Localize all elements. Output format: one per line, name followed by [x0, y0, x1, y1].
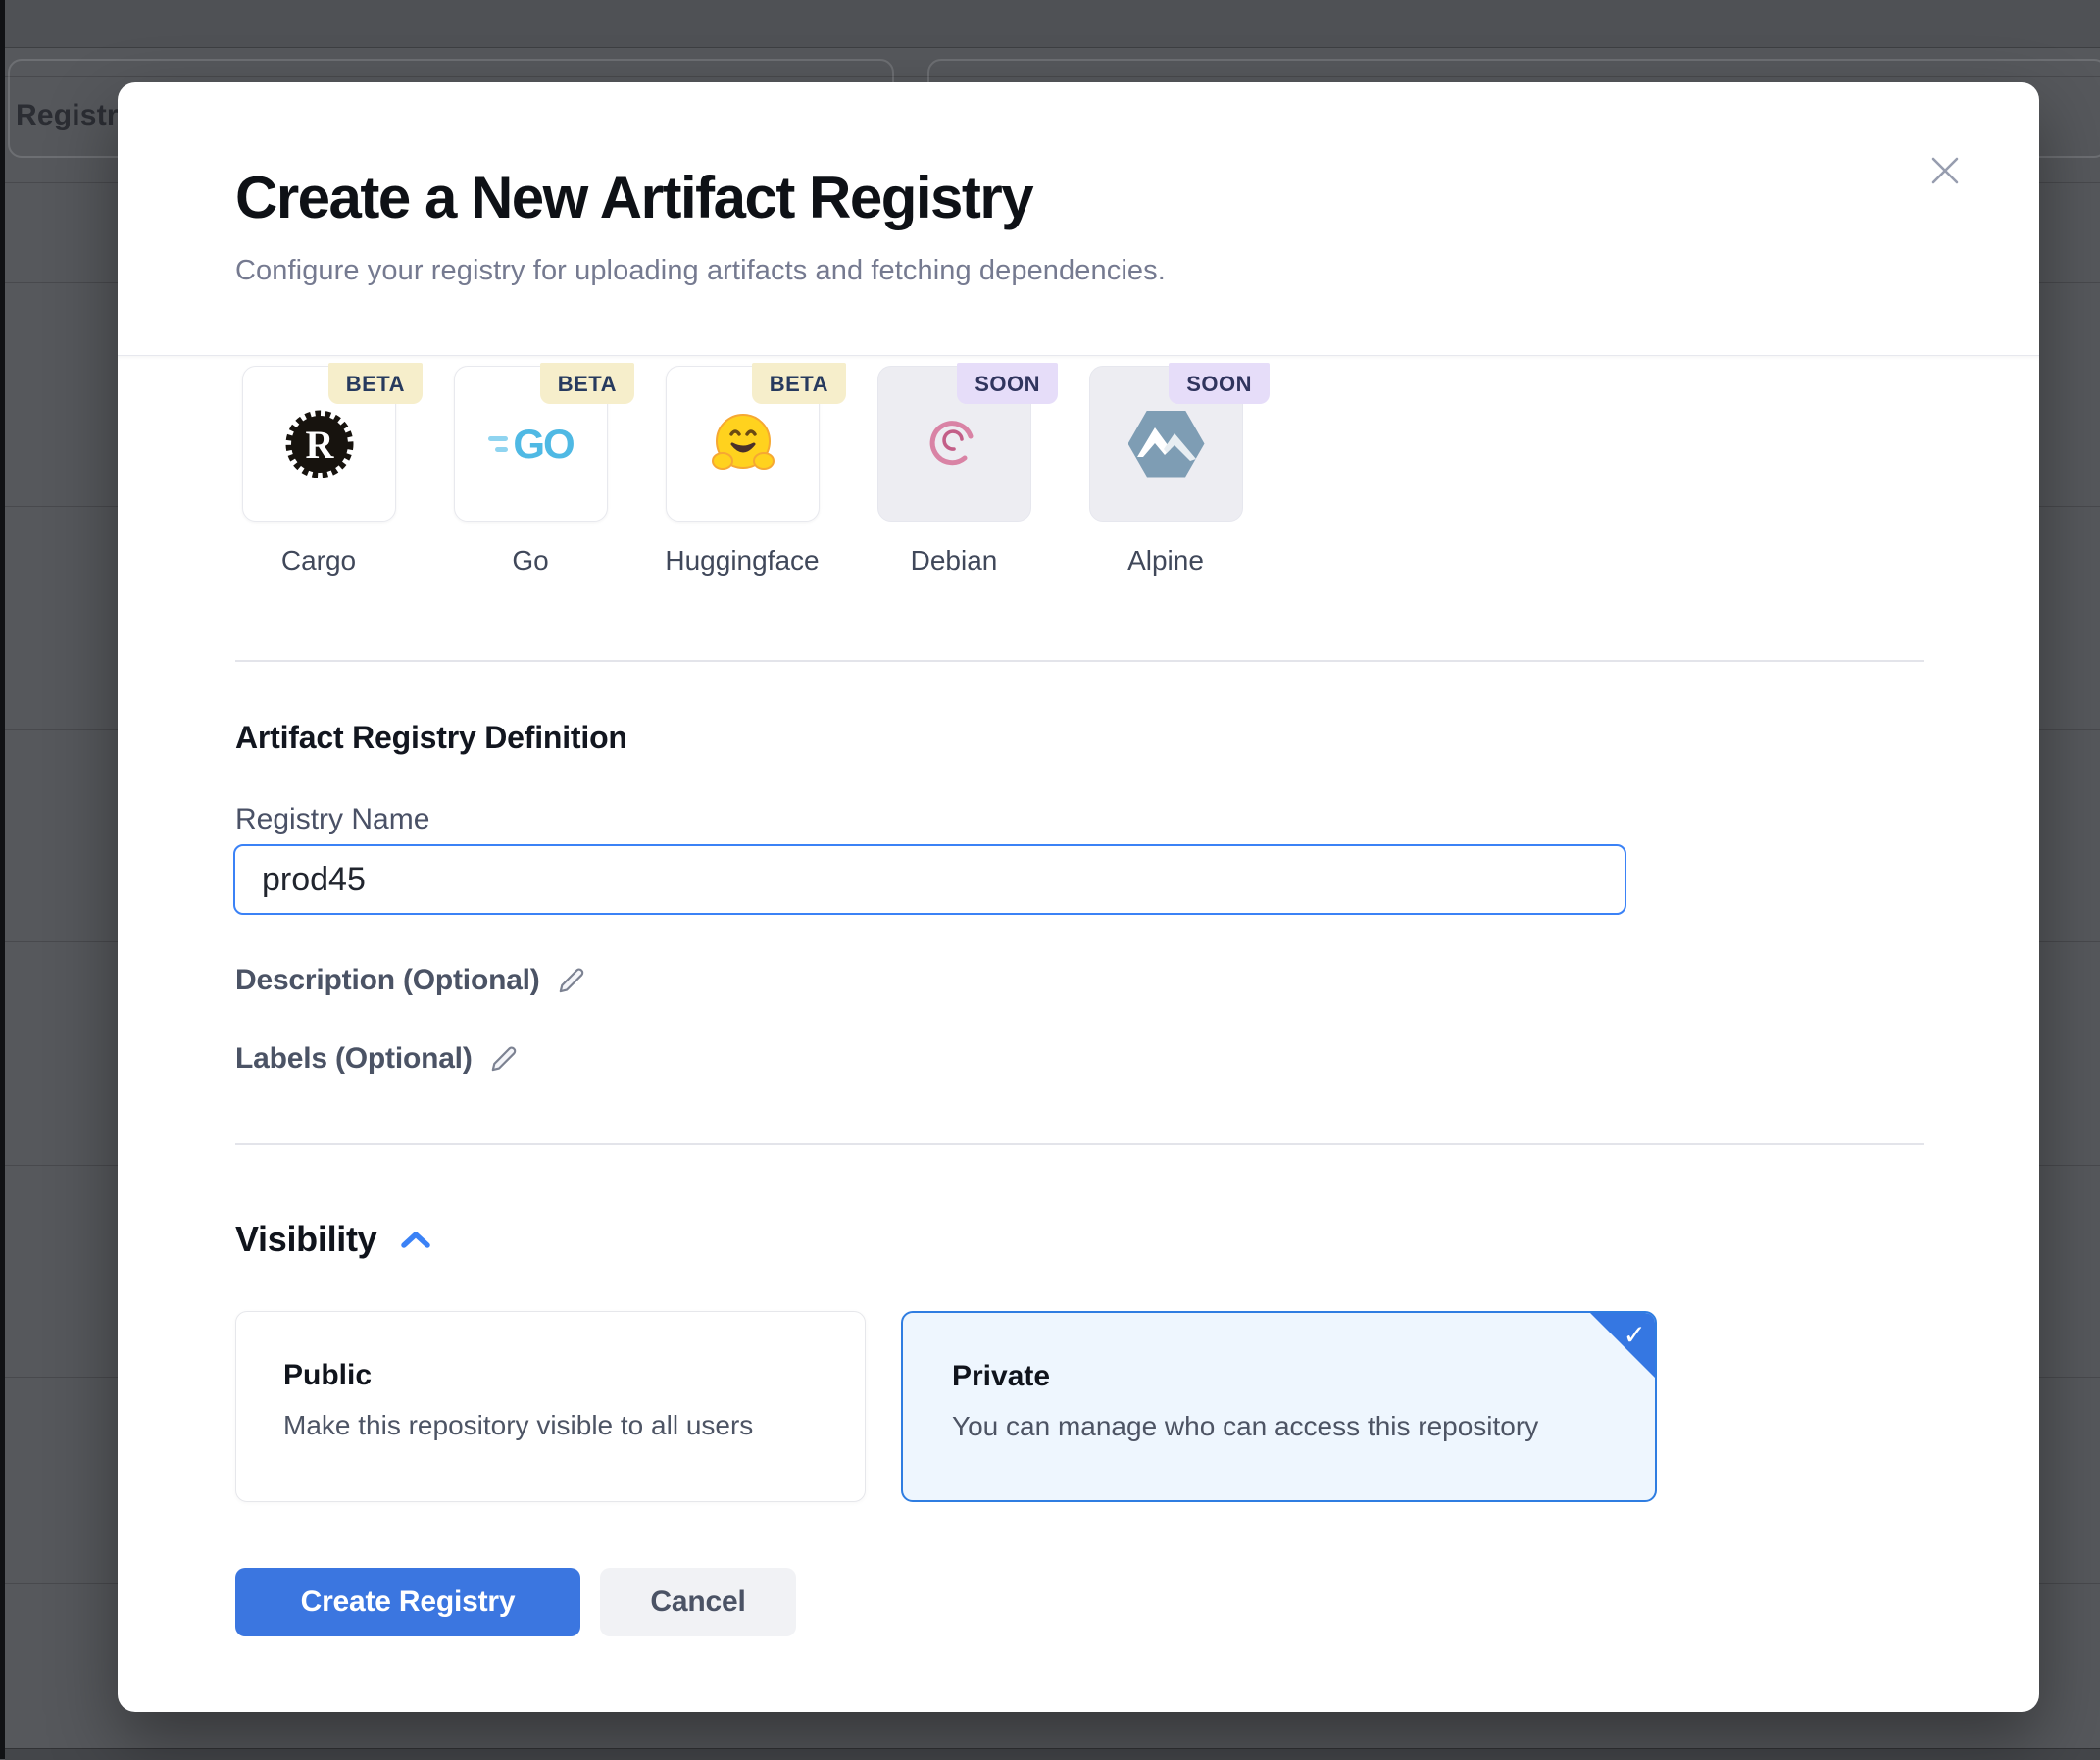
private-option-description: You can manage who can access this repos…: [952, 1411, 1538, 1442]
registry-name-label: Registry Name: [235, 803, 429, 836]
alpine-icon: [1128, 411, 1205, 478]
package-card-go[interactable]: BETA GO: [454, 366, 608, 522]
package-label-debian: Debian: [911, 543, 998, 578]
package-card-debian[interactable]: SOON: [877, 366, 1031, 522]
soon-badge: SOON: [957, 363, 1058, 404]
package-label-go: Go: [512, 543, 548, 578]
edit-description-pencil-icon[interactable]: [556, 965, 587, 996]
section-divider: [235, 1143, 1924, 1145]
visibility-heading-row: Visibility: [235, 1219, 431, 1260]
visibility-option-private[interactable]: Private You can manage who can access th…: [901, 1311, 1657, 1502]
package-card-huggingface[interactable]: BETA: [666, 366, 820, 522]
beta-badge: BETA: [752, 363, 846, 404]
close-icon: [1926, 152, 1964, 189]
chevron-up-icon[interactable]: [400, 1229, 431, 1250]
visibility-option-public[interactable]: Public Make this repository visible to a…: [235, 1311, 866, 1502]
labels-row: Labels (Optional): [235, 1042, 520, 1076]
backdrop-top-band: [5, 0, 2100, 48]
package-label-huggingface: Huggingface: [665, 543, 819, 578]
labels-label: Labels (Optional): [235, 1042, 473, 1076]
visibility-heading: Visibility: [235, 1219, 376, 1260]
beta-badge: BETA: [540, 363, 634, 404]
check-icon: ✓: [1624, 1319, 1646, 1351]
package-label-alpine: Alpine: [1127, 543, 1204, 578]
create-registry-button[interactable]: Create Registry: [235, 1568, 580, 1636]
debian-icon: [920, 409, 990, 479]
description-row: Description (Optional): [235, 964, 587, 997]
cargo-icon: R: [279, 404, 360, 484]
edit-labels-pencil-icon[interactable]: [488, 1043, 520, 1075]
private-option-title: Private: [952, 1360, 1050, 1393]
package-card-alpine[interactable]: SOON: [1089, 366, 1243, 522]
svg-text:R: R: [305, 423, 334, 467]
dialog-body: BETA R BETA GO BETA: [118, 355, 2039, 1713]
huggingface-icon: [706, 407, 780, 481]
description-label: Description (Optional): [235, 964, 540, 997]
dialog-header: Create a New Artifact Registry Configure…: [118, 82, 2039, 355]
soon-badge: SOON: [1169, 363, 1270, 404]
close-button[interactable]: [1918, 143, 1973, 198]
public-option-title: Public: [283, 1359, 372, 1392]
package-label-cargo: Cargo: [281, 543, 356, 578]
backdrop-left-edge: [0, 0, 5, 1759]
section-divider: [235, 660, 1924, 662]
create-registry-dialog: Create a New Artifact Registry Configure…: [118, 82, 2039, 1712]
package-card-cargo[interactable]: BETA R: [242, 366, 396, 522]
backdrop-bottom-band: [5, 1748, 2100, 1760]
definition-heading: Artifact Registry Definition: [235, 720, 627, 756]
go-icon: GO: [488, 421, 573, 468]
registry-name-input[interactable]: [233, 844, 1626, 915]
beta-badge: BETA: [328, 363, 423, 404]
cancel-button[interactable]: Cancel: [600, 1568, 796, 1636]
public-option-description: Make this repository visible to all user…: [283, 1410, 753, 1441]
dialog-subtitle: Configure your registry for uploading ar…: [235, 251, 1166, 290]
dialog-title: Create a New Artifact Registry: [235, 161, 1032, 235]
